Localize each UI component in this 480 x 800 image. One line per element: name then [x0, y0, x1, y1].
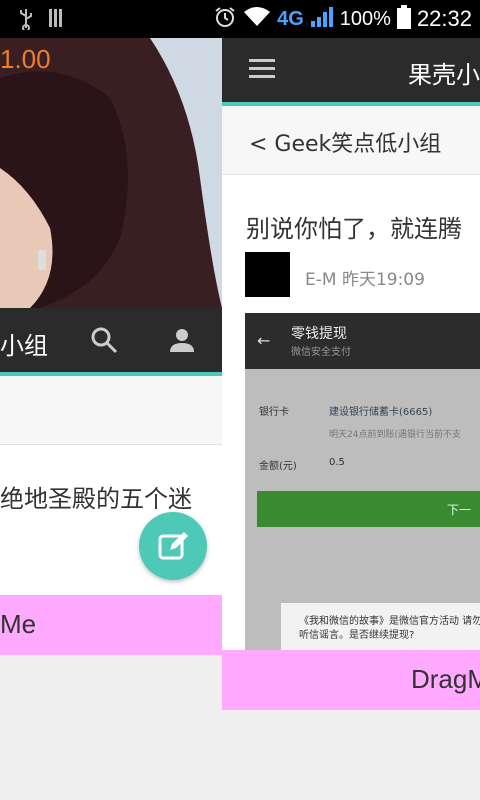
image-body: 银行卡 建设银行储蓄卡(6665) 明天24点前到账(遇银行当前不支 金额(元)… — [245, 369, 480, 651]
image-dialog: 《我和微信的故事》是微信官方活动 请勿听信谣言。是否继续提现? — [281, 603, 480, 651]
image-amount-value: 0.5 — [329, 457, 345, 468]
avatar[interactable] — [245, 252, 290, 297]
post-title: 别说你怕了，就连腾 — [246, 215, 462, 243]
edit-icon — [158, 530, 190, 566]
post-meta: E-M 昨天19:09 — [305, 265, 425, 290]
image-subtitle: 微信安全支付 — [291, 347, 351, 358]
compose-button[interactable] — [139, 512, 207, 580]
left-toolbar: 小组 — [0, 308, 222, 376]
right-toolbar-title: 果壳小 — [408, 61, 480, 89]
battery-icon — [396, 5, 411, 33]
battery-percent: 100% — [339, 7, 391, 30]
left-subheader — [0, 376, 222, 445]
usb-icon — [18, 8, 34, 34]
drag-handle-right[interactable]: DragM — [222, 650, 480, 710]
drag-handle-left[interactable]: Me — [0, 595, 222, 655]
right-panel: 果壳小 < Geek笑点低小组 别说你怕了，就连腾 E-M 昨天19:09 ← … — [222, 38, 480, 800]
status-bar: 4G 100% 22:32 — [0, 0, 480, 38]
image-amount-label: 金额(元) — [259, 461, 297, 472]
image-bank-value: 建设银行储蓄卡(6665) — [329, 407, 433, 418]
menu-icon[interactable] — [249, 59, 275, 83]
price-label: 1.00 — [0, 44, 51, 74]
clock: 22:32 — [416, 6, 472, 31]
signal-icon — [310, 6, 334, 32]
left-toolbar-title: 小组 — [0, 332, 48, 360]
left-article-title: 绝地圣殿的五个迷 — [0, 485, 192, 513]
sim-icon — [48, 8, 64, 34]
hero-image: 1.00 — [0, 38, 222, 308]
post-image[interactable]: ← 零钱提现 微信安全支付 银行卡 建设银行储蓄卡(6665) 明天24点前到账… — [245, 313, 480, 651]
breadcrumb[interactable]: < Geek笑点低小组 — [222, 106, 480, 175]
post-time: 昨天19:09 — [341, 270, 425, 290]
alarm-icon — [213, 5, 237, 33]
image-dialog-text: 《我和微信的故事》是微信官方活动 请勿听信谣言。是否继续提现? — [299, 616, 480, 641]
image-next-label: 下一 — [447, 503, 472, 517]
right-toolbar: 果壳小 — [222, 38, 480, 106]
wifi-icon — [243, 6, 271, 32]
search-icon[interactable] — [90, 326, 118, 358]
back-arrow-icon: ← — [257, 331, 271, 350]
image-hint: 明天24点前到账(遇银行当前不支 — [329, 430, 461, 440]
left-panel: 1.00 小组 绝地圣殿的五个迷 Me — [0, 38, 222, 800]
post-content: 别说你怕了，就连腾 E-M 昨天19:09 ← 零钱提现 微信安全支付 银行卡 … — [222, 175, 480, 651]
user-icon[interactable] — [168, 326, 196, 358]
image-title: 零钱提现 — [291, 326, 347, 342]
drag-label-right: DragM — [411, 664, 480, 694]
image-bank-label: 银行卡 — [259, 407, 289, 418]
breadcrumb-back-link[interactable]: < Geek笑点低小组 — [249, 126, 441, 158]
author-name[interactable]: E-M — [305, 270, 337, 290]
image-header: ← 零钱提现 微信安全支付 — [245, 313, 480, 369]
drag-label-left: Me — [0, 609, 37, 639]
network-type: 4G — [277, 7, 304, 30]
image-next-button: 下一 — [257, 491, 480, 527]
